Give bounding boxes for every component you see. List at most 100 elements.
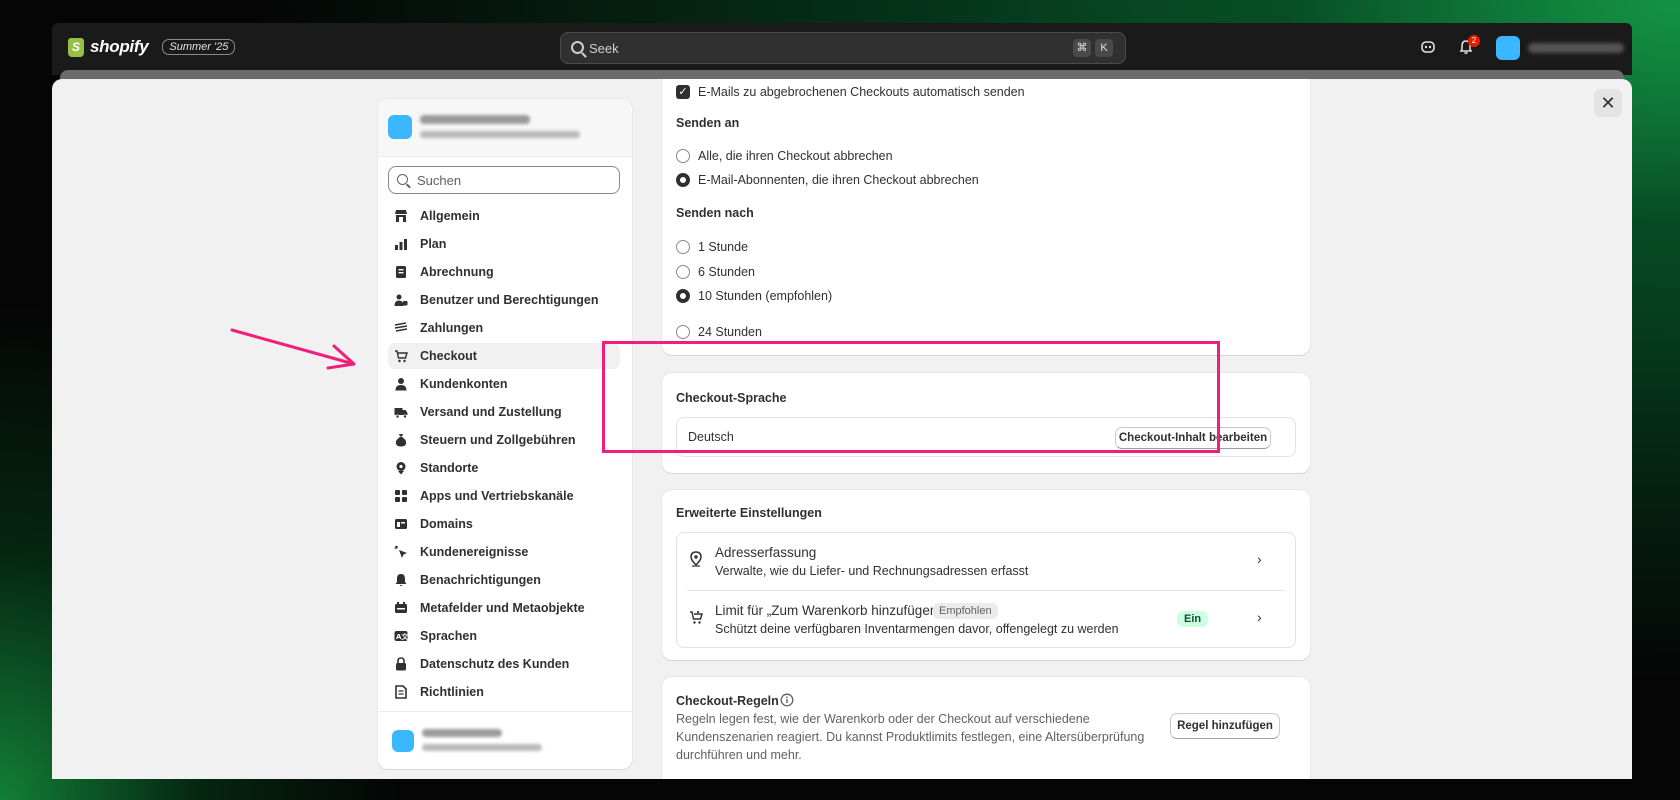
store-header[interactable]	[378, 99, 632, 157]
shortcut-cmd-key: ⌘	[1073, 39, 1091, 57]
send-after-1h-radio[interactable]	[676, 240, 690, 254]
sidebar-item-kundenkonten[interactable]: Kundenkonten	[388, 371, 620, 397]
sidebar-item-zahlungen[interactable]: Zahlungen	[388, 315, 620, 341]
checkout-rules-desc-1: Regeln legen fest, wie der Warenkorb ode…	[676, 712, 1090, 726]
location-pin-icon	[689, 551, 703, 570]
auto-send-checkbox[interactable]: ✓	[676, 85, 690, 99]
checkout-rules-title: Checkout-Regeln	[676, 694, 779, 708]
account-email-redacted	[422, 744, 542, 751]
sidebar-item-datenschutz[interactable]: Datenschutz des Kunden	[388, 651, 620, 677]
payments-icon	[394, 321, 408, 335]
settings-sidebar: Suchen Allgemein Plan Abrechnung Benutze…	[378, 99, 632, 769]
plan-icon	[394, 237, 408, 251]
sidebar-item-label: Plan	[420, 237, 447, 251]
sidebar-item-benutzer[interactable]: Benutzer und Berechtigungen	[388, 287, 620, 313]
sidebar-item-label: Domains	[420, 517, 473, 531]
sidebar-item-kundenereignisse[interactable]: Kundenereignisse	[388, 539, 620, 565]
send-to-all-label: Alle, die ihren Checkout abbrechen	[698, 149, 893, 163]
sidebar-item-standorte[interactable]: Standorte	[388, 455, 620, 481]
close-button[interactable]: ✕	[1594, 89, 1622, 117]
sidebar-item-label: Metafelder und Metaobjekte	[420, 601, 585, 615]
add-rule-button[interactable]: Regel hinzufügen	[1170, 713, 1280, 739]
tax-bag-icon	[394, 433, 408, 447]
cart-icon	[394, 349, 408, 363]
sidebar-item-checkout[interactable]: Checkout	[388, 343, 620, 369]
status-badge: Ein	[1177, 611, 1209, 627]
sidebar-item-benachrichtigungen[interactable]: Benachrichtigungen	[388, 567, 620, 593]
sidebar-item-label: Versand und Zustellung	[420, 405, 562, 419]
sidebar-item-label: Checkout	[420, 349, 477, 363]
store-avatar	[388, 115, 412, 139]
address-collection-title: Adresserfassung	[715, 545, 817, 560]
users-icon	[394, 293, 408, 307]
sidebar-item-plan[interactable]: Plan	[388, 231, 620, 257]
shopify-bag-icon	[68, 37, 84, 57]
sidebar-item-label: Standorte	[420, 461, 479, 475]
receipt-icon	[394, 265, 408, 279]
advanced-settings-list: Adresserfassung Verwalte, wie du Liefer-…	[676, 532, 1296, 648]
shopify-logo[interactable]: shopify Summer '25	[68, 37, 236, 57]
search-placeholder: Seek	[589, 41, 619, 56]
bell-icon	[394, 573, 408, 587]
sidebar-item-versand[interactable]: Versand und Zustellung	[388, 399, 620, 425]
user-avatar[interactable]	[1496, 36, 1520, 60]
account-avatar	[392, 730, 414, 752]
add-to-cart-limit-title: Limit für „Zum Warenkorb hinzufügen“	[715, 603, 942, 618]
checkout-rules-desc-3: durchführen und mehr.	[676, 748, 802, 762]
send-to-all-radio[interactable]	[676, 149, 690, 163]
sidebar-item-domains[interactable]: Domains	[388, 511, 620, 537]
brand-name: shopify	[90, 37, 149, 56]
global-search-input[interactable]: Seek ⌘ K	[560, 32, 1126, 64]
sidebar-item-label: Sprachen	[420, 629, 477, 643]
store-name-redacted	[420, 115, 530, 124]
sidebar-item-label: Datenschutz des Kunden	[420, 657, 570, 671]
checkout-rules-card: Checkout-Regeln Regeln legen fest, wie d…	[662, 677, 1310, 779]
sidebar-item-allgemein[interactable]: Allgemein	[388, 203, 620, 229]
search-icon	[397, 174, 408, 185]
sidebar-item-sprachen[interactable]: A文 Sprachen	[388, 623, 620, 649]
sidebar-item-abrechnung[interactable]: Abrechnung	[388, 259, 620, 285]
language-icon: A文	[394, 629, 408, 643]
sidebar-item-label: Allgemein	[420, 209, 480, 223]
send-after-10h-label: 10 Stunden (empfohlen)	[698, 289, 833, 303]
settings-nav: Allgemein Plan Abrechnung Benutzer und B…	[388, 203, 620, 707]
send-after-10h-radio[interactable]	[676, 289, 690, 303]
sidebar-item-label: Zahlungen	[420, 321, 484, 335]
sidebar-item-richtlinien[interactable]: Richtlinien	[388, 679, 620, 705]
sidekick-icon[interactable]	[1418, 39, 1438, 59]
metafield-icon	[394, 601, 408, 615]
address-collection-row[interactable]: Adresserfassung Verwalte, wie du Liefer-…	[677, 533, 1295, 590]
edition-badge[interactable]: Summer '25	[162, 39, 236, 55]
sidebar-item-apps[interactable]: Apps und Vertriebskanäle	[388, 483, 620, 509]
settings-search-input[interactable]: Suchen	[388, 166, 620, 194]
sidebar-item-metafelder[interactable]: Metafelder und Metaobjekte	[388, 595, 620, 621]
send-to-subscribers-radio[interactable]	[676, 173, 690, 187]
add-to-cart-limit-desc: Schützt deine verfügbaren Inventarmengen…	[715, 622, 1119, 636]
sidebar-item-label: Kundenkonten	[420, 377, 508, 391]
user-name-redacted	[1528, 43, 1624, 53]
account-footer[interactable]	[378, 711, 632, 769]
info-icon[interactable]	[780, 693, 794, 710]
truck-icon	[394, 405, 408, 419]
recommended-badge: Empfohlen	[933, 603, 998, 619]
settings-search-placeholder: Suchen	[417, 173, 462, 188]
send-after-title: Senden nach	[676, 206, 754, 220]
sidebar-item-label: Kundenereignisse	[420, 545, 529, 559]
chevron-right-icon: ›	[1257, 609, 1262, 625]
search-icon	[571, 41, 584, 54]
sidebar-item-steuern[interactable]: Steuern und Zollgebühren	[388, 427, 620, 453]
lock-icon	[394, 657, 408, 671]
annotation-highlight-box	[602, 341, 1220, 453]
send-to-subscribers-label: E-Mail-Abonnenten, die ihren Checkout ab…	[698, 173, 979, 187]
send-after-24h-radio[interactable]	[676, 325, 690, 339]
notification-badge: 2	[1468, 35, 1480, 47]
advanced-settings-card: Erweiterte Einstellungen Adresserfassung…	[662, 490, 1310, 660]
add-to-cart-limit-row[interactable]: Limit für „Zum Warenkorb hinzufügen“ Emp…	[677, 591, 1295, 649]
abandoned-checkout-card: ✓ E-Mails zu abgebrochenen Checkouts aut…	[662, 79, 1310, 334]
auto-send-label: E-Mails zu abgebrochenen Checkouts autom…	[698, 85, 1025, 99]
sidebar-item-label: Benutzer und Berechtigungen	[420, 293, 599, 307]
location-icon	[394, 461, 408, 475]
shortcut-k-key: K	[1095, 39, 1113, 57]
send-after-6h-radio[interactable]	[676, 265, 690, 279]
advanced-settings-title: Erweiterte Einstellungen	[676, 506, 822, 520]
